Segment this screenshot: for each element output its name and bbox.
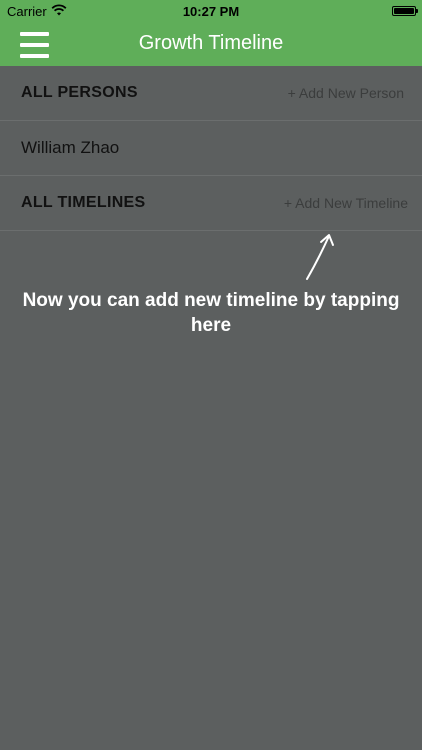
battery-icon	[392, 6, 418, 16]
status-time: 10:27 PM	[182, 4, 240, 19]
page-title: Growth Timeline	[138, 32, 284, 54]
add-new-person-button[interactable]: + Add New Person	[288, 66, 404, 120]
persons-header-label: ALL PERSONS	[21, 84, 138, 101]
status-bar: Carrier 10:27 PM	[0, 0, 422, 22]
add-new-timeline-button[interactable]: + Add New Timeline	[284, 176, 408, 230]
timelines-section-header: ALL TIMELINES + Add New Timeline	[0, 176, 422, 231]
person-name: William Zhao	[21, 138, 120, 157]
list-item-person[interactable]: William Zhao	[0, 121, 422, 176]
timelines-header-label: ALL TIMELINES	[21, 194, 146, 211]
tutorial-tip-text: Now you can add new timeline by tapping …	[22, 290, 400, 336]
persons-section-header: ALL PERSONS + Add New Person	[0, 66, 422, 121]
main-list: ALL PERSONS + Add New Person William Zha…	[0, 66, 422, 231]
navigation-bar: Growth Timeline	[0, 22, 422, 66]
arrow-up-icon	[300, 230, 340, 282]
